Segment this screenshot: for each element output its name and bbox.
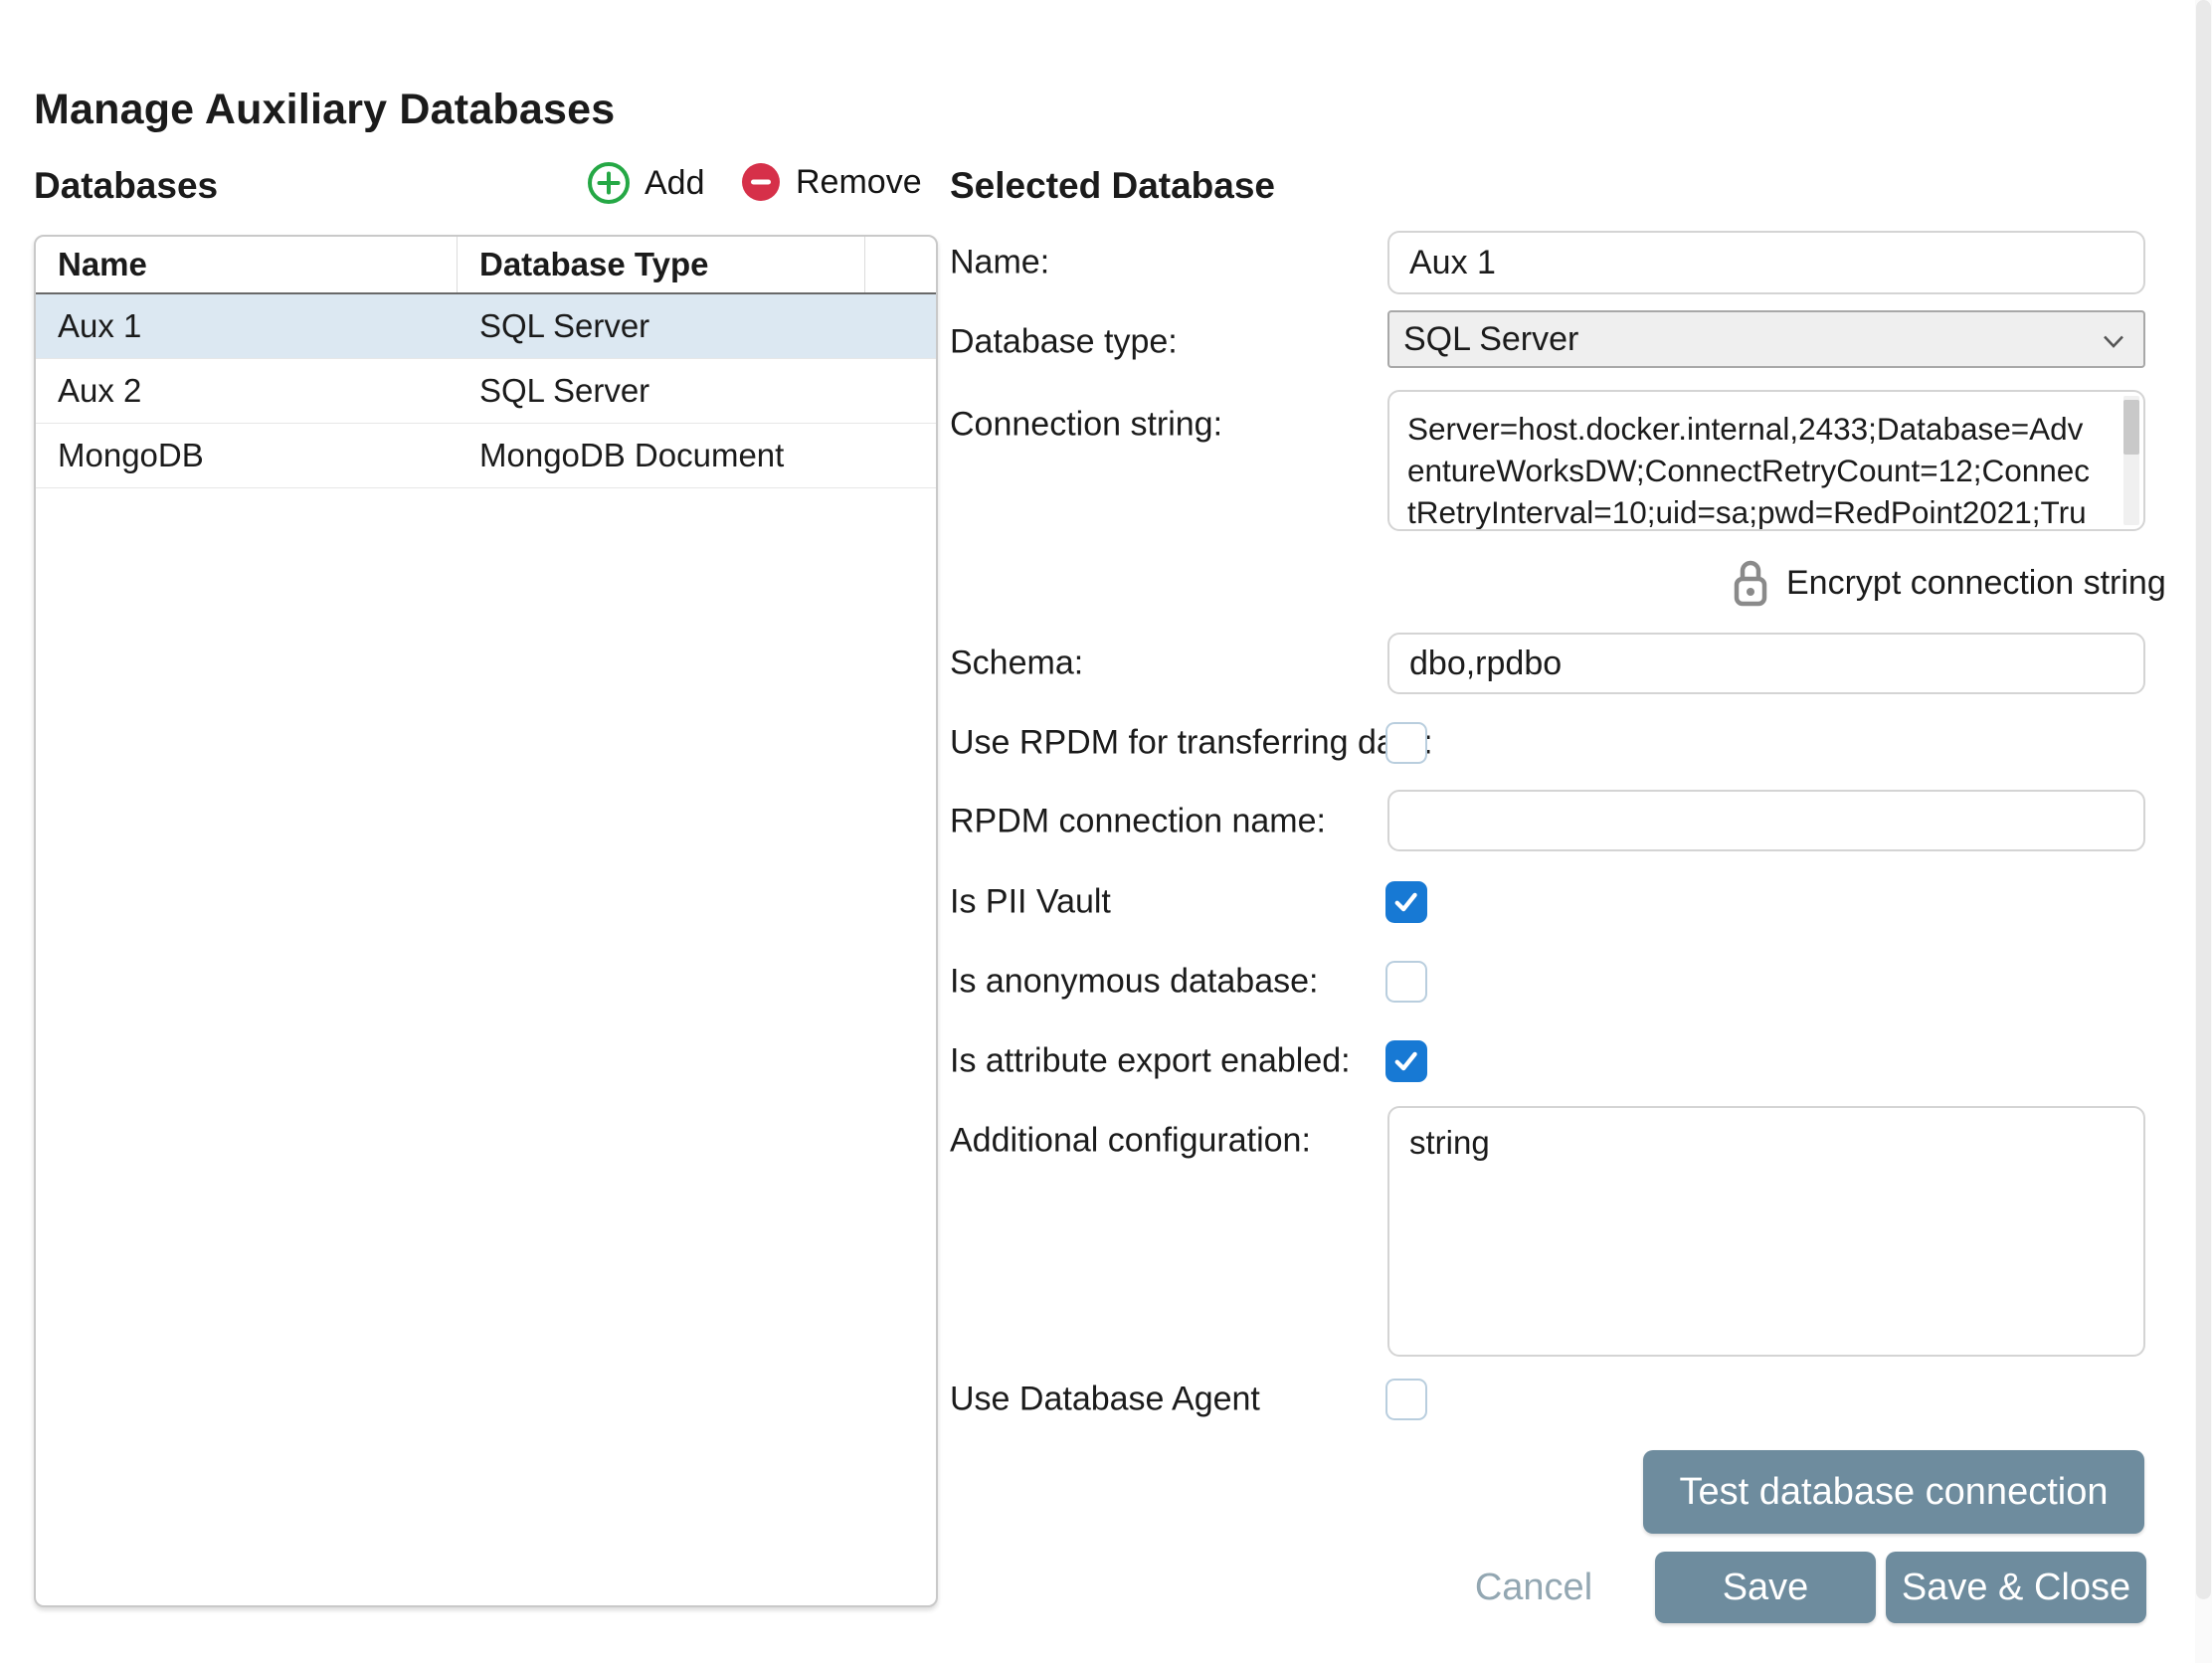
column-header-database-type: Database Type — [458, 237, 865, 292]
connection-string-scrollbar-thumb[interactable] — [2123, 400, 2139, 455]
connection-string-textarea[interactable]: Server=host.docker.internal,2433;Databas… — [1387, 390, 2145, 531]
is-anonymous-label: Is anonymous database: — [950, 963, 1318, 1002]
is-anonymous-checkbox[interactable] — [1385, 961, 1427, 1003]
table-body: Aux 1SQL ServerAux 2SQL ServerMongoDBMon… — [36, 294, 936, 488]
additional-configuration-value: string — [1409, 1124, 1490, 1161]
encrypt-connection-string[interactable]: Encrypt connection string — [1733, 559, 2166, 607]
remove-button[interactable]: Remove — [740, 161, 922, 203]
row-database-type-cell: SQL Server — [458, 372, 936, 410]
additional-configuration-textarea[interactable]: string — [1387, 1106, 2145, 1357]
database-type-select[interactable]: SQL Server — [1387, 310, 2145, 368]
databases-section-title: Databases — [34, 165, 218, 207]
is-pii-vault-label: Is PII Vault — [950, 883, 1111, 922]
page-title: Manage Auxiliary Databases — [34, 86, 615, 134]
encrypt-connection-string-label: Encrypt connection string — [1786, 564, 2166, 603]
use-rpdm-checkbox[interactable] — [1385, 722, 1427, 764]
schema-label: Schema: — [950, 645, 1083, 683]
name-input[interactable] — [1387, 231, 2145, 294]
connection-string-scrollbar — [2123, 396, 2139, 525]
rpdm-connection-name-label: RPDM connection name: — [950, 803, 1326, 841]
databases-table: Name Database Type Aux 1SQL ServerAux 2S… — [34, 235, 938, 1607]
manage-auxiliary-databases-dialog: Manage Auxiliary Databases Databases Add… — [0, 0, 2212, 1663]
table-row[interactable]: Aux 2SQL Server — [36, 359, 936, 424]
row-database-type-cell: SQL Server — [458, 307, 936, 345]
database-type-selected-value: SQL Server — [1403, 320, 1578, 359]
table-row[interactable]: MongoDBMongoDB Document — [36, 424, 936, 488]
use-database-agent-checkbox[interactable] — [1385, 1379, 1427, 1420]
add-button[interactable]: Add — [587, 161, 705, 205]
save-and-close-button[interactable]: Save & Close — [1886, 1552, 2146, 1623]
add-button-label: Add — [645, 164, 705, 203]
selected-database-section-title: Selected Database — [950, 165, 1275, 207]
page-scrollbar-thumb[interactable] — [2196, 0, 2211, 1599]
connection-string-label: Connection string: — [950, 406, 1222, 445]
is-attribute-export-label: Is attribute export enabled: — [950, 1042, 1351, 1081]
cancel-button[interactable]: Cancel — [1444, 1552, 1623, 1623]
column-header-gutter — [865, 237, 936, 292]
page-scrollbar — [2195, 0, 2212, 1663]
column-header-name: Name — [36, 237, 458, 292]
test-database-connection-button[interactable]: Test database connection — [1643, 1450, 2144, 1534]
additional-configuration-label: Additional configuration: — [950, 1122, 1311, 1161]
schema-input[interactable] — [1387, 633, 2145, 694]
use-database-agent-label: Use Database Agent — [950, 1381, 1260, 1419]
connection-string-value: Server=host.docker.internal,2433;Databas… — [1407, 411, 2090, 531]
lock-icon — [1733, 559, 1768, 607]
row-name-cell: Aux 2 — [36, 372, 458, 410]
row-name-cell: Aux 1 — [36, 307, 458, 345]
table-header: Name Database Type — [36, 237, 936, 294]
name-label: Name: — [950, 244, 1049, 282]
is-pii-vault-checkbox[interactable] — [1385, 881, 1427, 923]
remove-icon — [740, 161, 782, 203]
rpdm-connection-name-input[interactable] — [1387, 790, 2145, 851]
add-icon — [587, 161, 631, 205]
is-attribute-export-checkbox[interactable] — [1385, 1040, 1427, 1082]
row-database-type-cell: MongoDB Document — [458, 437, 936, 474]
database-type-label: Database type: — [950, 323, 1178, 362]
use-rpdm-label: Use RPDM for transferring data: — [950, 724, 1433, 763]
save-button[interactable]: Save — [1655, 1552, 1876, 1623]
remove-button-label: Remove — [796, 163, 922, 202]
chevron-down-icon — [2102, 320, 2125, 359]
table-row[interactable]: Aux 1SQL Server — [36, 294, 936, 359]
row-name-cell: MongoDB — [36, 437, 458, 474]
